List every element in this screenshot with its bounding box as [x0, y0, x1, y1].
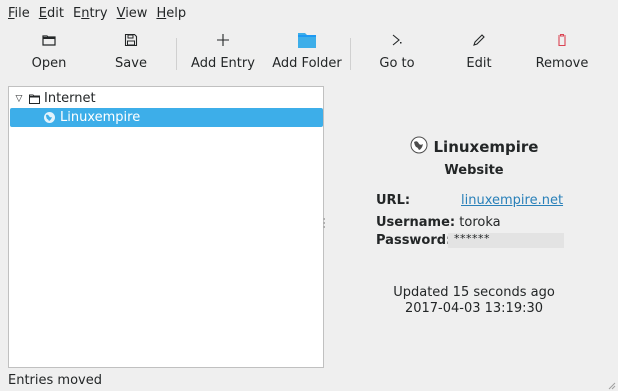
folder-icon	[268, 28, 346, 52]
updated-info: Updated 15 seconds ago 2017-04-03 13:19:…	[330, 285, 618, 317]
menubar: File Edit Entry View Help	[0, 0, 618, 26]
trash-icon	[532, 28, 592, 52]
password-label: Password:	[376, 233, 452, 248]
folder-open-icon	[26, 28, 72, 52]
status-bar: Entries moved	[8, 373, 102, 388]
add-entry-button[interactable]: Add Entry	[188, 28, 258, 78]
url-link[interactable]: linuxempire.net	[461, 193, 563, 208]
url-field: URL:	[376, 193, 410, 208]
splitter-handle[interactable]	[323, 218, 326, 230]
url-label: URL:	[376, 193, 411, 208]
expand-triangle-icon[interactable]: ▽	[13, 94, 25, 104]
floppy-disk-icon	[108, 28, 154, 52]
entry-details: Linuxempire Website URL: linuxempire.net…	[330, 86, 618, 368]
remove-button[interactable]: Remove	[532, 28, 592, 78]
password-value: ******	[454, 232, 490, 245]
tree-entry-linuxempire[interactable]: Linuxempire	[10, 108, 323, 127]
menu-edit[interactable]: Edit	[39, 6, 64, 21]
menu-view[interactable]: View	[117, 6, 148, 21]
folder-icon	[29, 94, 40, 104]
add-folder-button[interactable]: Add Folder	[268, 28, 346, 78]
username-field: Username: toroka	[376, 215, 501, 230]
globe-icon	[410, 136, 428, 158]
username-value: toroka	[459, 215, 501, 230]
go-to-button[interactable]: Go to	[374, 28, 420, 78]
entry-tree[interactable]: ▽ Internet Linuxempire	[8, 86, 324, 368]
password-field: Password:	[376, 233, 451, 248]
toolbar-separator	[176, 38, 177, 70]
menu-entry[interactable]: Entry	[73, 6, 108, 21]
tree-entry-label: Linuxempire	[60, 110, 141, 125]
plus-icon	[188, 28, 258, 52]
updated-timestamp: 2017-04-03 13:19:30	[404, 301, 544, 316]
updated-relative: Updated 15 seconds ago	[393, 285, 555, 300]
edit-button[interactable]: Edit	[456, 28, 502, 78]
pencil-icon	[456, 28, 502, 52]
globe-icon	[43, 111, 56, 124]
open-button[interactable]: Open	[26, 28, 72, 78]
save-button[interactable]: Save	[108, 28, 154, 78]
toolbar-separator	[350, 38, 351, 70]
entry-title-row: Linuxempire	[330, 136, 618, 158]
tree-folder-label: Internet	[44, 91, 96, 106]
menu-help[interactable]: Help	[156, 6, 186, 21]
toolbar: Open Save Add Entry Add Folder Go to Edi…	[0, 28, 618, 82]
entry-title: Linuxempire	[433, 138, 539, 156]
entry-type: Website	[444, 163, 504, 178]
username-label: Username:	[376, 215, 456, 230]
resize-grip-icon[interactable]	[606, 379, 616, 390]
menu-file[interactable]: File	[8, 6, 30, 21]
app-window: File Edit Entry View Help Open Save Add …	[0, 0, 618, 391]
arrow-right-icon	[374, 28, 420, 52]
tree-folder-internet[interactable]: ▽ Internet	[11, 89, 323, 108]
